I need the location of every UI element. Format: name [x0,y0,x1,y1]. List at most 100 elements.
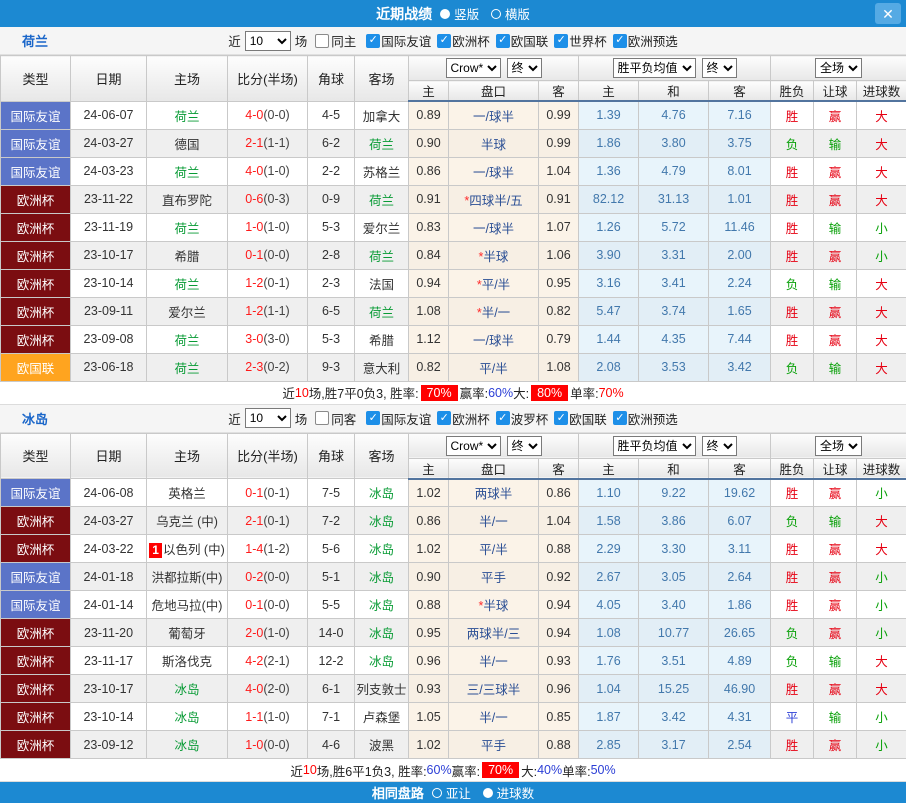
col-home-team: 1 以色列 (中) [146,534,228,563]
header-select-group: 全场 [770,432,906,458]
col-result: 平 [770,702,815,731]
header-select-group: Crow* 终 [407,432,580,458]
col-home-team: 希腊 [146,240,228,270]
column-header: 日期 [70,55,147,102]
col-corners: 5-5 [307,590,355,619]
league-filter-checkbox[interactable]: 欧国联 [554,409,607,428]
checkbox-icon [315,411,330,425]
layout-radio-option[interactable]: 横版 [490,4,530,23]
scope-select[interactable]: 全场 [815,58,863,78]
compare-radio-selected[interactable]: 进球数 [482,783,534,802]
col-avg-win: 1.36 [578,156,640,186]
col-avg-draw: 3.86 [638,506,710,535]
radio-label: 竖版 [454,8,480,22]
col-goals-result: 大 [856,296,906,326]
col-avg-win: 1.39 [578,100,640,130]
league-filter-checkbox[interactable]: 欧洲杯 [437,31,490,50]
col-score: 2-0(1-0) [227,618,308,647]
team-section: 冰岛 近 10 场 同客 国际友谊 欧洲杯 波罗杯 欧国联 欧洲预选 [0,404,906,782]
match-count-select[interactable]: 10 [244,30,291,51]
col-away-team: 荷兰 [354,296,409,326]
col-goals-result: 小 [856,562,906,591]
league-filter-checkbox[interactable]: 欧洲预选 [612,31,678,50]
layout-radio-selected[interactable]: 竖版 [440,4,479,23]
summary-line: 近 10 场,胜6平1负3, 胜率: 60% 赢率: 70% 大: 40% 单率: 50% [0,759,906,782]
avg-source-select[interactable]: 胜平负均值 [612,435,696,456]
col-handicap-home-odds: 0.91 [408,184,449,214]
col-avg-lose: 2.64 [708,562,772,591]
col-corners: 7-1 [307,702,355,731]
col-avg-draw: 3.30 [638,534,710,563]
col-handicap-result: 赢 [813,296,858,326]
sub-column-header: 胜负 [770,457,815,480]
league-filter-label: 欧洲杯 [452,35,490,49]
close-button[interactable]: ✕ [875,3,901,24]
league-filter-checkbox[interactable]: 欧洲预选 [612,409,678,428]
col-avg-lose: 4.89 [708,646,772,675]
match-count-select[interactable]: 10 [244,408,291,428]
col-handicap-away-odds: 0.95 [537,268,580,298]
odds-source-select[interactable]: Crow* [445,58,501,78]
col-handicap: 半/一 [448,646,539,675]
summary-segment: 10 [302,763,317,777]
col-handicap-result: 赢 [813,730,858,759]
col-score: 4-0(0-0) [227,100,308,130]
final-select[interactable]: 终 [506,435,542,456]
avg-source-select[interactable]: 胜平负均值 [612,58,696,78]
col-competition: 欧国联 [0,352,71,382]
league-filter-checkbox[interactable]: 欧洲杯 [437,409,490,428]
col-goals-result: 小 [856,478,906,507]
sub-column-header: 客 [708,457,772,480]
col-score: 1-1(1-0) [227,702,308,731]
col-avg-draw: 15.25 [638,674,710,703]
col-competition: 欧洲杯 [0,184,71,214]
same-venue-filter[interactable]: 同客 [315,409,356,428]
league-filter-checkbox[interactable]: 世界杯 [554,31,607,50]
col-corners: 4-6 [307,730,355,759]
summary-segment: 单率: [570,387,599,401]
league-filter-checkbox[interactable]: 国际友谊 [366,409,431,428]
scope-select[interactable]: 全场 [815,435,863,456]
col-avg-draw: 3.17 [638,730,710,759]
col-score: 1-0(1-0) [227,212,308,242]
col-away-team: 加拿大 [354,100,409,130]
table-body: 国际友谊 24-06-08 英格兰 0-1(0-1) 7-5 冰岛 1.02 两球半 0.86 1… [0,478,906,759]
col-handicap-away-odds: 0.99 [537,100,580,130]
final-select[interactable]: 终 [506,58,542,78]
league-filter-checkbox[interactable]: 欧国联 [495,31,548,50]
col-competition: 欧洲杯 [0,296,71,326]
col-away-team: 苏格兰 [354,156,409,186]
league-filter-checkbox[interactable]: 国际友谊 [366,31,431,50]
col-goals-result: 小 [856,212,906,242]
col-handicap: 半球 [448,128,539,158]
sub-column-header: 主 [408,80,449,102]
same-venue-filter[interactable]: 同主 [315,31,356,50]
compare-radio-option[interactable]: 亚让 [431,783,471,802]
column-header: 主场 [146,432,228,479]
final-select[interactable]: 终 [701,58,737,78]
col-handicap: 一/球半 [448,212,539,242]
col-avg-win: 1.58 [578,506,640,535]
col-avg-win: 3.16 [578,268,640,298]
col-corners: 7-2 [307,506,355,535]
col-date: 23-11-20 [70,618,147,647]
league-filter-checkbox[interactable]: 波罗杯 [495,409,548,428]
col-away-team: 荷兰 [354,240,409,270]
sub-column-header: 客 [537,80,580,102]
checkbox-icon [495,411,510,425]
col-corners: 2-3 [307,268,355,298]
col-handicap-away-odds: 0.99 [537,128,580,158]
col-handicap-home-odds: 1.02 [408,730,449,759]
col-handicap: 一/球半 [448,156,539,186]
col-avg-lose: 2.24 [708,268,772,298]
col-competition: 欧洲杯 [0,506,71,535]
final-select[interactable]: 终 [701,435,737,456]
odds-source-select[interactable]: Crow* [445,435,501,456]
col-avg-draw: 3.74 [638,296,710,326]
match-row: 国际友谊 24-06-08 英格兰 0-1(0-1) 7-5 冰岛 1.02 两球半 0.86 1… [0,478,906,507]
col-handicap: 两球半/三 [448,618,539,647]
col-handicap: *平/半 [448,268,539,298]
col-avg-win: 1.10 [578,478,640,507]
col-avg-win: 1.04 [578,674,640,703]
table-body: 国际友谊 24-06-07 荷兰 4-0(0-0) 4-5 加拿大 0.89 一/球半 0.99… [0,100,906,382]
